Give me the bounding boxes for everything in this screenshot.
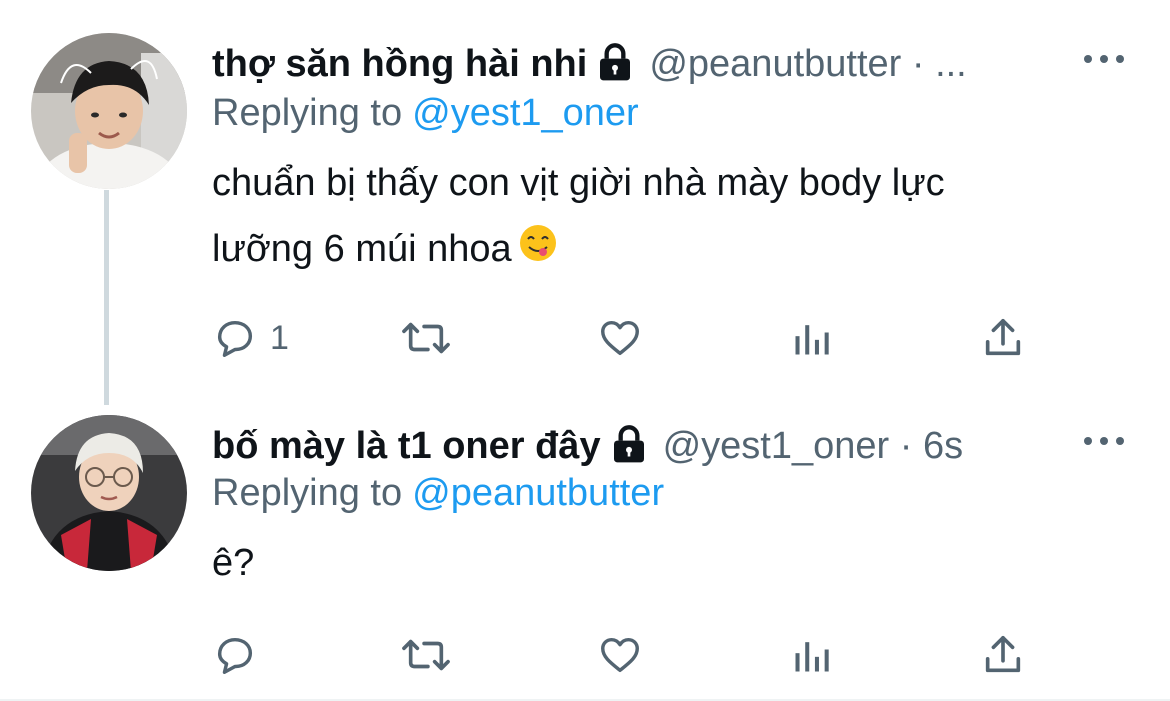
replying-to: Replying to @peanutbutter (212, 468, 664, 518)
reply-icon (212, 315, 258, 361)
retweet-button[interactable] (398, 627, 454, 683)
share-icon (980, 632, 1026, 678)
like-button[interactable] (596, 310, 644, 366)
more-icon[interactable] (1084, 47, 1124, 71)
reply-button[interactable] (212, 627, 258, 683)
tweet-text: chuẩn bị thấy con vịt giời nhà mày body … (212, 150, 1112, 284)
tweet[interactable]: bố mày là t1 oner đây @yest1_oner · 6s R… (0, 405, 1170, 701)
share-button[interactable] (980, 627, 1026, 683)
like-icon (596, 632, 644, 678)
action-bar (212, 627, 1062, 683)
display-name[interactable]: bố mày là t1 oner đây (212, 425, 601, 468)
share-button[interactable] (980, 310, 1026, 366)
share-icon (980, 315, 1026, 361)
reply-count: 1 (270, 318, 289, 357)
display-name[interactable]: thợ săn hồng hài nhi (212, 43, 587, 86)
tweet-text-content: ê? (212, 542, 255, 584)
views-button[interactable] (790, 310, 834, 366)
tweet-text-content: chuẩn bị thấy con vịt giời nhà mày body … (212, 162, 945, 270)
avatar[interactable] (31, 33, 187, 189)
views-icon (790, 316, 834, 360)
tweet-header: thợ săn hồng hài nhi @peanutbutter · ... (212, 33, 1140, 95)
action-bar: 1 (212, 310, 1062, 366)
mention-link[interactable]: @yest1_oner (412, 92, 639, 135)
like-icon (596, 315, 644, 361)
thread-line (104, 190, 109, 405)
tweet-text: ê? (212, 530, 1112, 596)
replying-to: Replying to @yest1_oner (212, 88, 639, 138)
avatar[interactable] (31, 415, 187, 571)
more-icon[interactable] (1084, 429, 1124, 453)
like-button[interactable] (596, 627, 644, 683)
lock-icon (595, 42, 635, 87)
views-icon (790, 633, 834, 677)
reply-icon (212, 632, 258, 678)
replying-label: Replying to (212, 91, 403, 134)
retweet-button[interactable] (398, 310, 454, 366)
reply-button[interactable]: 1 (212, 310, 289, 366)
handle[interactable]: @yest1_oner · 6s (663, 425, 964, 468)
views-button[interactable] (790, 627, 834, 683)
lock-icon (609, 424, 649, 469)
retweet-icon (398, 632, 454, 678)
yum-face-emoji-icon (518, 218, 558, 284)
mention-link[interactable]: @peanutbutter (412, 472, 664, 515)
retweet-icon (398, 315, 454, 361)
replying-label: Replying to (212, 471, 403, 514)
tweet[interactable]: thợ săn hồng hài nhi @peanutbutter · ...… (0, 0, 1170, 405)
handle[interactable]: @peanutbutter · ... (649, 43, 966, 86)
